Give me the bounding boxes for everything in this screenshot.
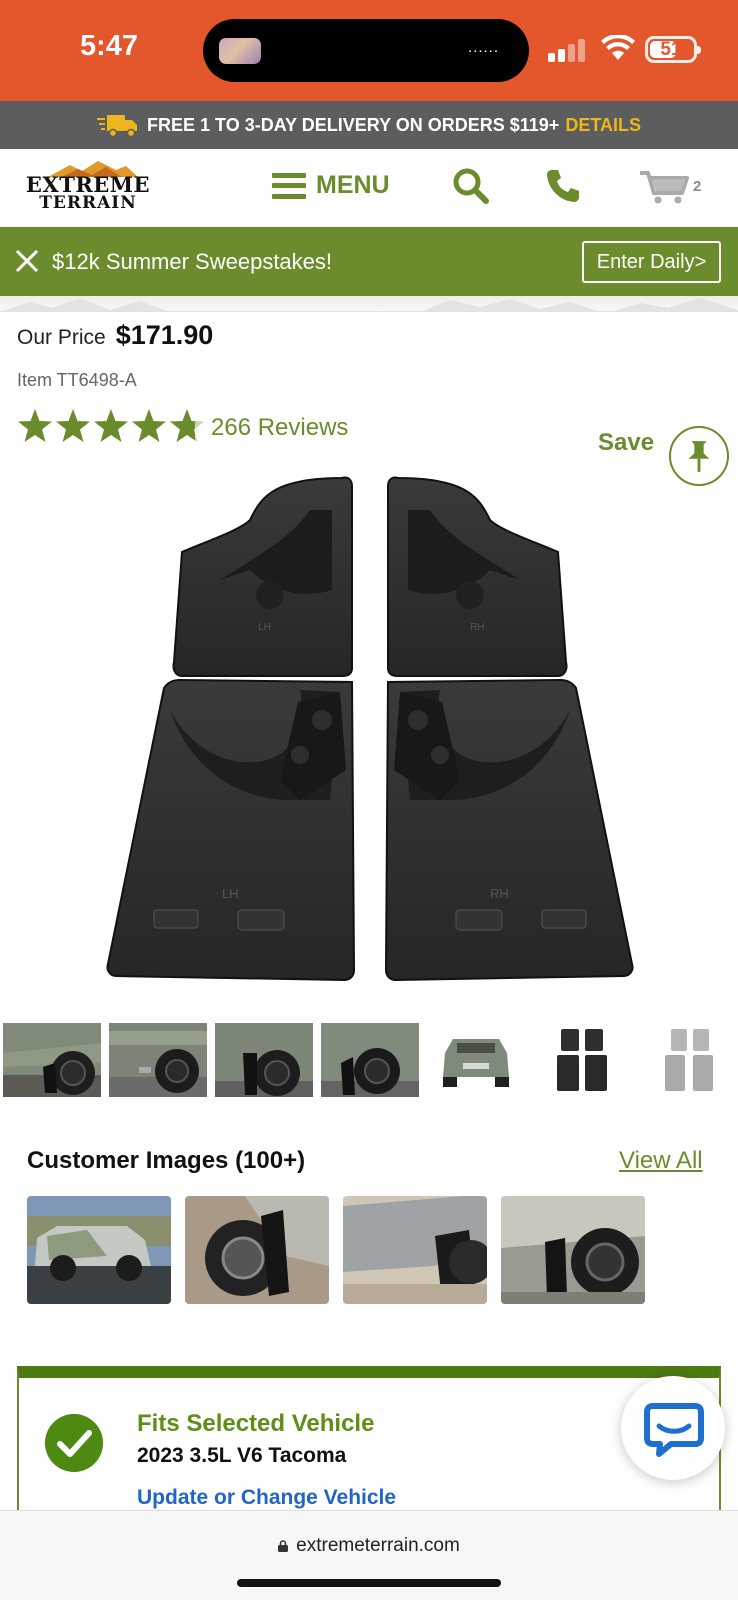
delivery-text: FREE 1 TO 3-DAY DELIVERY ON ORDERS $119+ [147, 114, 560, 135]
menu-button[interactable]: MENU [272, 171, 390, 200]
logo-text-line1: EXTREME [25, 172, 151, 197]
product-hero-image[interactable]: LH RH LH RH [100, 470, 640, 1000]
svg-text:RH: RH [490, 886, 509, 901]
checkmark-icon [45, 1414, 103, 1472]
item-number: Item TT6498-A [17, 370, 137, 390]
status-bar: 5:47 ...... 51 [0, 0, 738, 101]
save-label[interactable]: Save [598, 429, 654, 457]
price-label: Our Price [17, 326, 106, 349]
customer-photo-4[interactable] [501, 1196, 645, 1304]
cart-icon [640, 171, 689, 204]
delivery-banner[interactable]: FREE 1 TO 3-DAY DELIVERY ON ORDERS $119+… [0, 101, 738, 149]
island-dots: ...... [467, 39, 499, 56]
menu-icon [272, 172, 306, 199]
mountain-divider [0, 296, 738, 312]
thumbnail-image-7[interactable] [639, 1023, 737, 1097]
thumbnail-image-3[interactable] [215, 1023, 313, 1097]
fitment-card: Fits Selected Vehicle 2023 3.5L V6 Tacom… [17, 1366, 721, 1516]
close-icon[interactable] [14, 248, 40, 274]
signal-icon [548, 38, 588, 62]
star-icon [132, 409, 166, 442]
customer-photo-3[interactable] [343, 1196, 487, 1304]
thumbnail-image-5[interactable] [427, 1023, 525, 1097]
battery-level: 51 [660, 39, 682, 60]
price-value: $171.90 [115, 320, 214, 350]
lock-icon [278, 1540, 289, 1552]
customer-photo-2[interactable] [185, 1196, 329, 1304]
delivery-truck-icon [97, 115, 137, 137]
cart-button[interactable]: 2 [638, 169, 718, 205]
enter-daily-button[interactable]: Enter Daily> [582, 241, 721, 283]
reviews-link[interactable]: 266 Reviews [211, 414, 348, 442]
cart-count: 2 [693, 178, 702, 195]
star-half-icon [170, 409, 204, 442]
star-rating[interactable] [17, 408, 207, 444]
status-time: 5:47 [80, 30, 139, 62]
customer-images-title: Customer Images (100+) [27, 1147, 306, 1174]
extreme-terrain-logo[interactable]: EXTREME TERRAIN [18, 161, 158, 213]
thumbnail-image-1[interactable] [3, 1023, 101, 1097]
pin-icon[interactable] [669, 426, 729, 486]
live-activity-thumbnail [219, 38, 261, 64]
chat-bubble-icon [644, 1403, 704, 1457]
customer-photo-1[interactable] [27, 1196, 171, 1304]
star-icon [18, 409, 52, 442]
svg-text:RH: RH [470, 622, 484, 633]
selected-vehicle: 2023 3.5L V6 Tacoma [137, 1444, 347, 1467]
image-thumbnail-strip [3, 1023, 738, 1097]
price-row: Our Price $171.90 [17, 320, 213, 351]
thumbnail-image-4[interactable] [321, 1023, 419, 1097]
logo-text-line2: TERRAIN [39, 193, 137, 213]
url-text: extremeterrain.com [296, 1535, 460, 1556]
thumbnail-image-2[interactable] [109, 1023, 207, 1097]
wifi-icon [601, 35, 635, 60]
chat-button[interactable] [621, 1376, 725, 1480]
star-icon [94, 409, 128, 442]
home-indicator[interactable] [237, 1579, 501, 1587]
svg-text:LH: LH [258, 622, 271, 633]
menu-label: MENU [316, 171, 390, 199]
star-icon [56, 409, 90, 442]
delivery-details-link[interactable]: DETAILS [565, 115, 641, 136]
svg-text:LH: LH [222, 886, 239, 901]
sweepstakes-banner: $12k Summer Sweepstakes! Enter Daily> [0, 227, 738, 296]
view-all-link[interactable]: View All [619, 1147, 703, 1175]
search-icon[interactable] [452, 167, 490, 205]
sweepstakes-text: $12k Summer Sweepstakes! [52, 249, 333, 274]
site-header: EXTREME TERRAIN MENU 2 [0, 149, 738, 227]
battery-icon: 51 [645, 36, 701, 63]
phone-icon[interactable] [544, 167, 582, 205]
thumbnail-image-6[interactable] [533, 1023, 631, 1097]
change-vehicle-link[interactable]: Update or Change Vehicle [137, 1486, 396, 1510]
fitment-title: Fits Selected Vehicle [137, 1410, 375, 1437]
dynamic-island[interactable]: ...... [203, 19, 529, 82]
